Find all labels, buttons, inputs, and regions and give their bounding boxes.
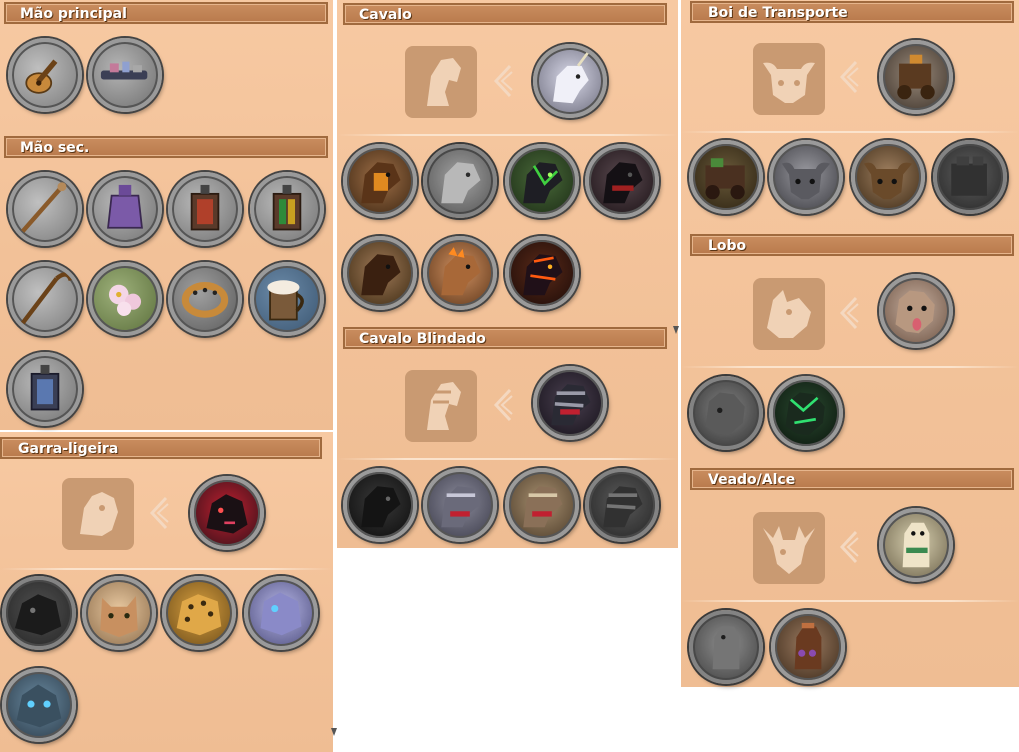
unicorn-icon[interactable] — [533, 44, 607, 118]
crossbow-icon[interactable] — [88, 38, 162, 112]
brown-horse-icon[interactable] — [343, 144, 417, 218]
wolf-icon[interactable] — [879, 274, 953, 348]
spectral-wolf-icon[interactable] — [769, 376, 843, 450]
staff-icon[interactable] — [8, 172, 82, 246]
section-header-off-hand: Mão sec. — [4, 136, 328, 158]
section-title: Veado/Alce — [708, 472, 796, 488]
lantern-purple-icon[interactable] — [88, 172, 162, 246]
arrow-left-icon — [839, 296, 859, 330]
section-title: Mão sec. — [20, 140, 90, 156]
section-header-armored-horse: Cavalo Blindado — [343, 327, 667, 349]
section-title: Cavalo Blindado — [359, 331, 486, 347]
armored-horse-3-icon[interactable] — [585, 468, 659, 542]
divider — [337, 458, 678, 460]
arrow-left-icon — [149, 496, 169, 530]
frost-cat-icon[interactable] — [2, 668, 76, 742]
panel-horse: Cavalo Cavalo Blindado — [337, 0, 679, 548]
tankard-icon[interactable] — [250, 262, 324, 336]
panel-mounts: Boi de Transporte Lobo Veado/Alce — [681, 0, 1019, 687]
armored-horse-red-icon[interactable] — [533, 366, 607, 440]
dark-horse-icon[interactable] — [343, 236, 417, 310]
gray-wolf-icon[interactable] — [689, 376, 763, 450]
lute-icon[interactable] — [8, 38, 82, 112]
panel-main-hand: Mão principal Mão sec. — [0, 0, 333, 430]
fire-horse-icon[interactable] — [423, 236, 497, 310]
lava-horse-icon[interactable] — [505, 236, 579, 310]
section-title: Mão principal — [20, 6, 127, 22]
lynx-icon[interactable] — [82, 576, 156, 650]
section-title: Lobo — [708, 238, 747, 254]
flower-icon[interactable] — [88, 262, 162, 336]
section-title: Cavalo — [359, 7, 412, 23]
arrow-left-icon — [839, 60, 859, 94]
panel-swiftclaw: Garra-ligeira — [0, 432, 337, 752]
stag-icon[interactable] — [689, 610, 763, 684]
section-header-deer: Veado/Alce — [690, 468, 1014, 490]
lantern-green-icon[interactable] — [250, 172, 324, 246]
armored-horse-1-icon[interactable] — [423, 468, 497, 542]
stone-ox-icon[interactable] — [933, 140, 1007, 214]
scroll-down-icon[interactable] — [331, 728, 337, 736]
arrow-left-icon — [839, 530, 859, 564]
ox-cart-icon[interactable] — [879, 40, 953, 114]
black-panther-icon[interactable] — [2, 576, 76, 650]
spirit-cat-icon[interactable] — [244, 576, 318, 650]
divider — [681, 600, 1019, 602]
armored-horse-silhouette-icon — [405, 370, 477, 442]
red-panther-icon[interactable] — [190, 476, 264, 550]
cart-ox-icon[interactable] — [689, 140, 763, 214]
ring-icon[interactable] — [168, 262, 242, 336]
gray-horse-icon[interactable] — [423, 144, 497, 218]
jaguar-icon[interactable] — [162, 576, 236, 650]
armored-horse-2-icon[interactable] — [505, 468, 579, 542]
brown-ox-icon[interactable] — [851, 140, 925, 214]
divider — [681, 131, 1019, 133]
horse-silhouette-icon — [405, 46, 477, 118]
alpaca-icon[interactable] — [879, 508, 953, 582]
lantern-red-icon[interactable] — [168, 172, 242, 246]
crook-icon[interactable] — [8, 262, 82, 336]
moose-icon[interactable] — [771, 610, 845, 684]
arrow-left-icon — [493, 388, 513, 422]
section-header-horse: Cavalo — [343, 3, 667, 25]
divider — [681, 366, 1019, 368]
black-horse-icon[interactable] — [585, 144, 659, 218]
section-title: Boi de Transporte — [708, 5, 848, 21]
green-horse-icon[interactable] — [505, 144, 579, 218]
section-header-swiftclaw: Garra-ligeira — [0, 437, 322, 459]
black-armored-horse-icon[interactable] — [343, 468, 417, 542]
section-header-wolf: Lobo — [690, 234, 1014, 256]
section-title: Garra-ligeira — [18, 441, 119, 457]
ox-silhouette-icon — [753, 43, 825, 115]
swiftclaw-silhouette-icon — [62, 478, 134, 550]
lantern-blue-icon[interactable] — [8, 352, 82, 426]
wolf-silhouette-icon — [753, 278, 825, 350]
scroll-down-icon[interactable] — [673, 326, 679, 334]
divider — [0, 568, 333, 570]
section-header-ox: Boi de Transporte — [690, 1, 1014, 23]
gray-ox-icon[interactable] — [769, 140, 843, 214]
arrow-left-icon — [493, 64, 513, 98]
divider — [337, 134, 678, 136]
section-header-main-hand: Mão principal — [4, 2, 328, 24]
deer-silhouette-icon — [753, 512, 825, 584]
